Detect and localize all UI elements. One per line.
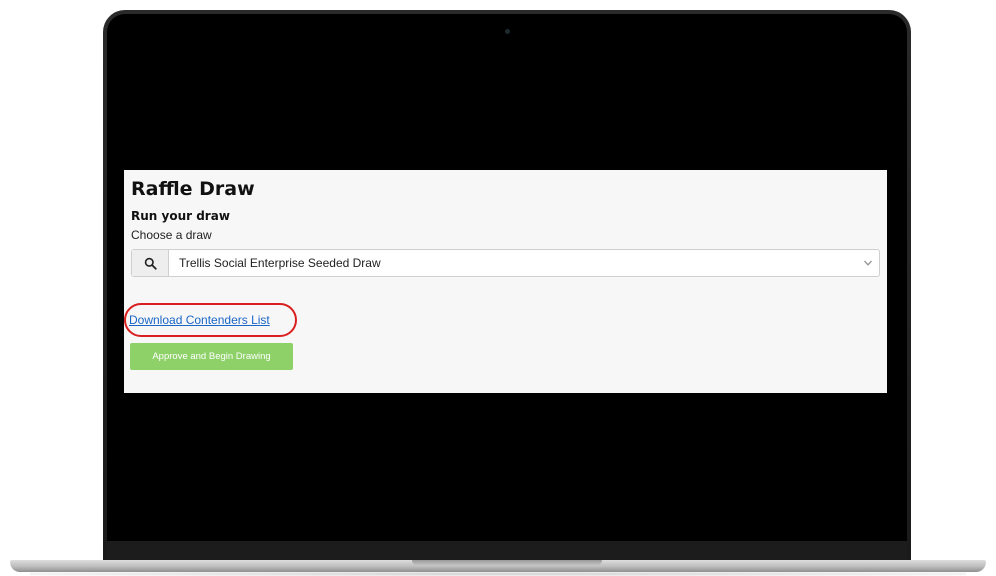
approve-begin-drawing-button[interactable]: Approve and Begin Drawing [130, 343, 293, 370]
download-link-highlight: Download Contenders List [124, 303, 297, 339]
page-title: Raffle Draw [131, 178, 255, 200]
section-title: Run your draw [131, 209, 230, 223]
laptop-base-notch [412, 560, 602, 566]
screen-bottom-bezel [107, 541, 907, 562]
chevron-down-icon-glyph [864, 260, 872, 266]
chevron-down-icon[interactable] [857, 260, 879, 266]
draw-select[interactable]: Trellis Social Enterprise Seeded Draw [131, 249, 880, 277]
search-icon-addon [132, 250, 169, 276]
raffle-draw-panel: Raffle Draw Run your draw Choose a draw … [124, 170, 887, 393]
search-icon [144, 257, 157, 270]
camera-icon [505, 29, 510, 34]
download-contenders-link[interactable]: Download Contenders List [129, 313, 270, 327]
laptop-shadow [30, 572, 966, 576]
choose-draw-label: Choose a draw [131, 228, 212, 242]
draw-select-value: Trellis Social Enterprise Seeded Draw [179, 256, 381, 270]
